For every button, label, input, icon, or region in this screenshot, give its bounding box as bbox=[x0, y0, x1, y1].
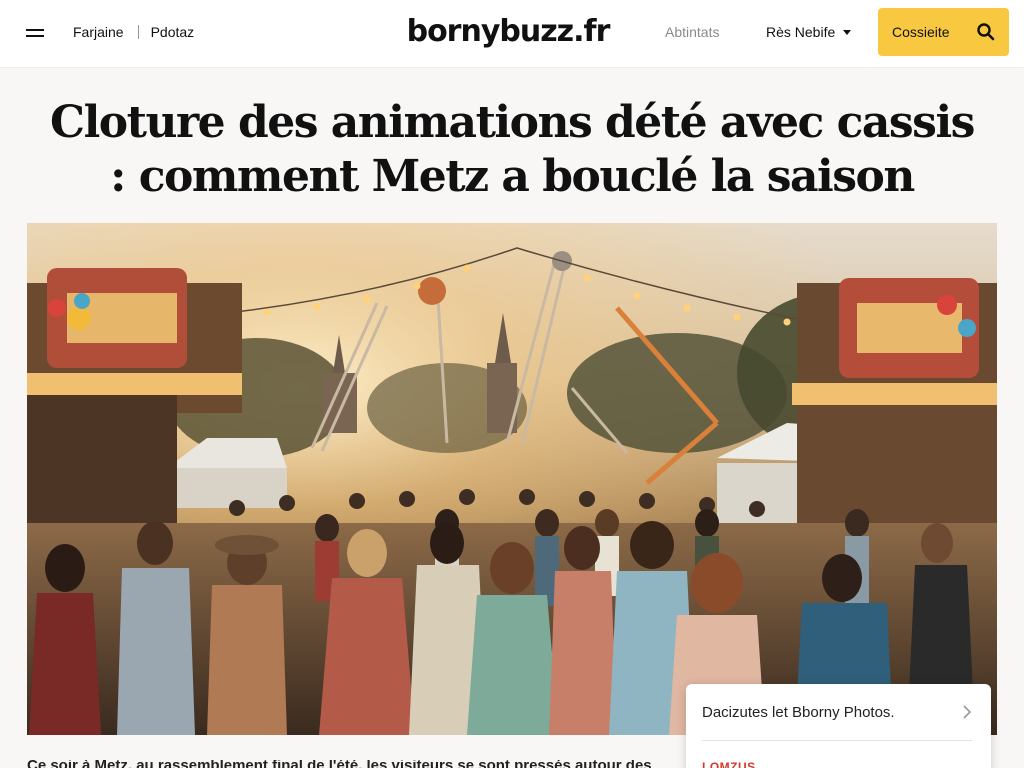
site-logo[interactable]: bornybuzz.fr bbox=[0, 14, 1016, 49]
article-teaser: Ce soir à Metz, au rassemblement final d… bbox=[27, 760, 667, 768]
chevron-right-icon[interactable] bbox=[962, 704, 972, 720]
chevron-down-icon bbox=[843, 29, 852, 35]
cta-button-label: Cossieite bbox=[892, 24, 950, 40]
nav-dropdown-label: Rès Nebife bbox=[766, 24, 836, 40]
photo-gallery-card[interactable]: Dacizutes let Bborny Photos. LOMZUS bbox=[686, 684, 991, 768]
funfair-illustration bbox=[27, 223, 997, 735]
nav-dropdown[interactable]: Rès Nebife bbox=[766, 24, 852, 40]
article-teaser-text: Ce soir à Metz, au rassemblement final d… bbox=[27, 760, 667, 768]
nav-link-muted[interactable]: Abtintats bbox=[665, 24, 719, 40]
card-tag: LOMZUS bbox=[702, 760, 756, 768]
search-icon bbox=[977, 23, 995, 41]
site-header: Farjaine Pdotaz bornybuzz.fr Abtintats R… bbox=[0, 0, 1024, 68]
card-divider bbox=[702, 740, 972, 741]
article-headline: Cloture des animations dété avec cassis … bbox=[50, 97, 975, 202]
gallery-link[interactable]: Dacizutes let Bborny Photos. bbox=[702, 704, 895, 721]
hero-image[interactable] bbox=[27, 223, 997, 735]
cta-button[interactable]: Cossieite bbox=[878, 8, 1009, 56]
